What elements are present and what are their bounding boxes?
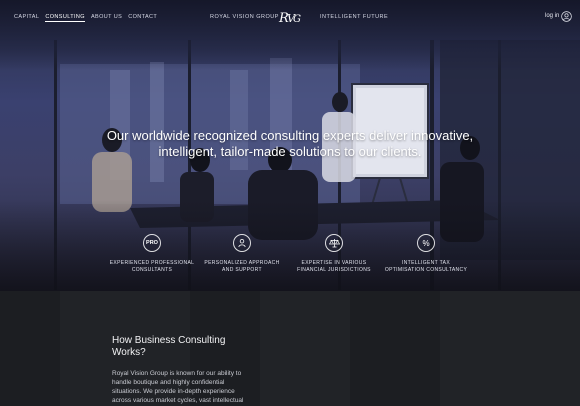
nav-link-about-us[interactable]: ABOUT US (91, 14, 122, 22)
feature-label: PERSONALIZED APPROACH AND SUPPORT (204, 260, 280, 273)
nav-link-consulting[interactable]: CONSULTING (45, 14, 85, 22)
svg-text:G: G (293, 14, 301, 25)
feature-label: EXPERIENCED PROFESSIONAL CONSULTANTS (109, 260, 195, 273)
person-icon (233, 234, 251, 252)
feature-financial-jurisdictions: EXPERTISE IN VARIOUS FINANCIAL JURISDICT… (284, 234, 384, 273)
feature-tax-optimisation: % INTELLIGENT TAX OPTIMISATION CONSULTAN… (376, 234, 476, 273)
top-navigation: CAPITAL CONSULTING ABOUT US CONTACT ROYA… (0, 0, 580, 34)
brand-name: ROYAL VISION GROUP (210, 14, 279, 20)
background-panel (440, 291, 580, 406)
feature-label: EXPERTISE IN VARIOUS FINANCIAL JURISDICT… (297, 260, 371, 273)
nav-link-capital[interactable]: CAPITAL (14, 14, 39, 22)
nav-link-contact[interactable]: CONTACT (128, 14, 157, 22)
hero-headline-line-2: intelligent, tailor-made solutions to ou… (158, 144, 422, 159)
feature-experienced-consultants: PRO EXPERIENCED PROFESSIONAL CONSULTANTS (102, 234, 202, 273)
hero-section: CAPITAL CONSULTING ABOUT US CONTACT ROYA… (0, 0, 580, 291)
rvg-logo[interactable]: R V G (278, 8, 302, 26)
how-it-works-section: How Business Consulting Works? Royal Vis… (0, 291, 580, 406)
pro-icon: PRO (143, 234, 161, 252)
user-icon[interactable] (561, 11, 572, 22)
scales-icon (325, 234, 343, 252)
hero-headline: Our worldwide recognized consulting expe… (60, 128, 520, 160)
nav-links: CAPITAL CONSULTING ABOUT US CONTACT (14, 14, 157, 22)
login-link[interactable]: log in (545, 13, 559, 19)
section-title: How Business Consulting Works? (112, 335, 226, 358)
feature-label: INTELLIGENT TAX OPTIMISATION CONSULTANCY (384, 260, 468, 273)
hero-headline-line-1: Our worldwide recognized consulting expe… (106, 128, 474, 143)
feature-personalized-approach: PERSONALIZED APPROACH AND SUPPORT (192, 234, 292, 273)
tagline: INTELLIGENT FUTURE (320, 14, 389, 20)
percent-icon: % (417, 234, 435, 252)
section-body-text: Royal Vision Group is known for our abil… (112, 370, 244, 404)
